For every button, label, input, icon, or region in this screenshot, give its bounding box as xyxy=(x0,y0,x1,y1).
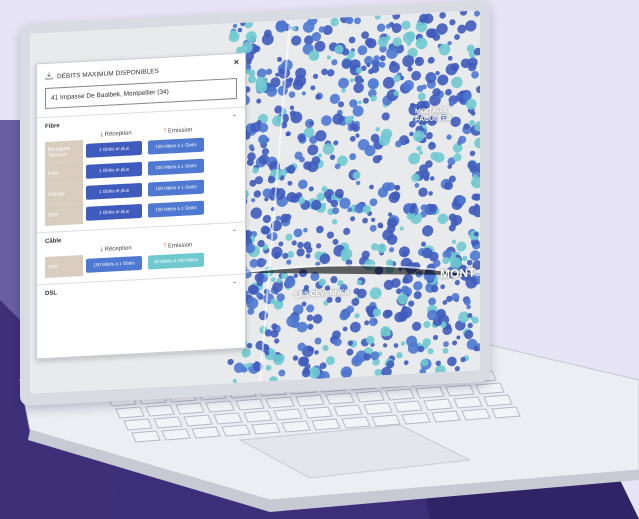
laptop-screen: MOITAUX FACULTÉS MONT LES CÉVENNES × DÉB… xyxy=(20,0,490,407)
reception-value: 100 Mbit/s à 1 Gbit/s xyxy=(86,255,142,273)
reception-value: 1 Gbit/s et plus xyxy=(86,203,142,221)
keyboard-key xyxy=(401,412,431,425)
close-icon[interactable]: × xyxy=(234,57,239,67)
keyboard-key xyxy=(175,402,205,415)
download-icon xyxy=(45,72,53,82)
emission-value: 100 Mbit/s à 1 Gbit/s xyxy=(148,179,204,197)
map-label-faculte: MOITAUX FACULTÉS xyxy=(415,106,452,124)
keyboard-key xyxy=(333,404,363,417)
keyboard-key xyxy=(393,400,423,413)
keyboard-key xyxy=(161,428,191,441)
keyboard-key xyxy=(303,406,333,419)
keyboard-key xyxy=(311,418,341,431)
section-dsl[interactable]: DSL ⌃ xyxy=(37,273,245,301)
keyboard-key xyxy=(461,408,491,421)
section-title: DSL xyxy=(45,290,57,298)
keyboard-key xyxy=(341,416,371,429)
chevron-up-icon[interactable]: ⌃ xyxy=(232,281,237,288)
keyboard-key xyxy=(423,398,453,411)
keyboard-key xyxy=(205,400,235,413)
keyboard-key xyxy=(371,414,401,427)
section-title: Fibre xyxy=(45,123,60,131)
keyboard-key xyxy=(273,408,303,421)
chevron-up-icon[interactable]: ⌃ xyxy=(232,114,237,121)
keyboard-key xyxy=(483,394,513,407)
keyboard-key xyxy=(131,430,161,443)
emission-value: 30 Mbit/s à 100 Mbit/s xyxy=(148,252,204,270)
operator-label: SFR xyxy=(45,203,83,227)
section-title: Câble xyxy=(45,238,62,246)
keyboard-key xyxy=(243,410,273,423)
keyboard-key xyxy=(221,424,251,437)
keyboard-key xyxy=(123,418,153,431)
keyboard-key xyxy=(363,402,393,415)
emission-value: 100 Mbit/s à 1 Gbit/s xyxy=(148,158,204,176)
keyboard-key xyxy=(355,390,385,403)
operator-label: Bouygues Telecom xyxy=(45,140,83,164)
keyboard-key xyxy=(453,396,483,409)
operator-label: Orange xyxy=(45,182,83,206)
keyboard-key xyxy=(445,384,475,397)
keyboard-key xyxy=(295,394,325,407)
keyboard-key xyxy=(385,388,415,401)
keyboard-key xyxy=(265,396,295,409)
keyboard-key xyxy=(115,406,145,419)
keyboard-key xyxy=(235,398,265,411)
keyboard-key xyxy=(251,422,281,435)
debits-panel: × DÉBITS MAXIMUM DISPONIBLES 41 Impasse … xyxy=(36,52,246,360)
keyboard-key xyxy=(281,420,311,433)
reception-value: 1 Gbit/s et plus xyxy=(86,161,142,179)
keyboard-key xyxy=(415,386,445,399)
keyboard-key xyxy=(431,410,461,423)
reception-value: 1 Gbit/s et plus xyxy=(86,140,142,158)
keyboard-key xyxy=(475,382,505,395)
keyboard-key xyxy=(183,414,213,427)
keyboard-key xyxy=(191,426,221,439)
reception-value: 1 Gbit/s et plus xyxy=(86,182,142,200)
panel-title: DÉBITS MAXIMUM DISPONIBLES xyxy=(57,67,159,80)
emission-value: 100 Mbit/s à 1 Gbit/s xyxy=(148,200,204,218)
keyboard-key xyxy=(145,404,175,417)
map-view[interactable]: MOITAUX FACULTÉS MONT LES CÉVENNES × DÉB… xyxy=(30,10,480,394)
keyboard-key xyxy=(153,416,183,429)
keyboard-key xyxy=(325,392,355,405)
keyboard-key xyxy=(491,406,521,419)
fibre-table: ⤓ Réception ⤒ Emission Bouygues Telecom … xyxy=(45,125,237,227)
chevron-up-icon[interactable]: ⌃ xyxy=(232,229,237,236)
emission-value: 100 Mbit/s à 1 Gbit/s xyxy=(148,137,204,155)
operator-label: Free xyxy=(45,161,83,185)
operator-label: SFR xyxy=(45,255,83,279)
map-label-mont: MONT xyxy=(440,265,476,282)
keyboard-key xyxy=(213,412,243,425)
